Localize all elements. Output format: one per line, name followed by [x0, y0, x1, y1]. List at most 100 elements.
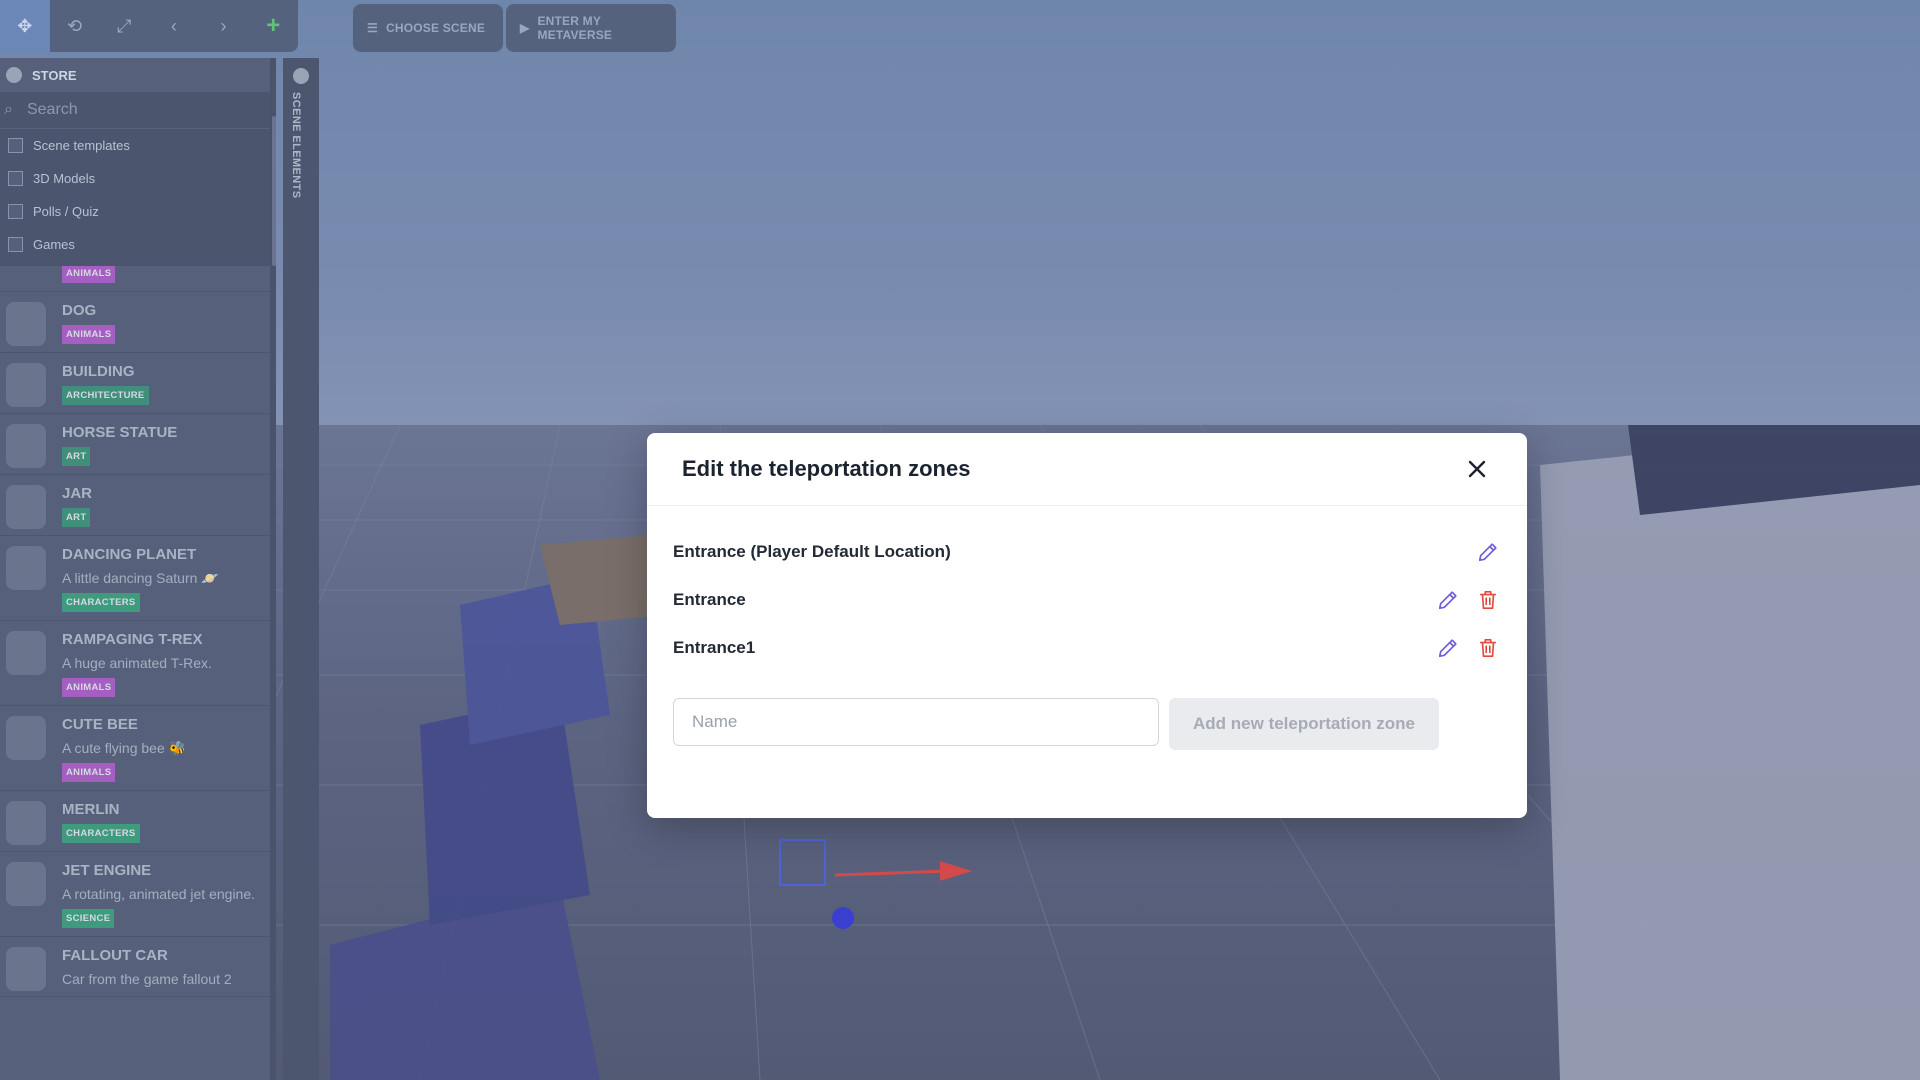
item-title: FALLOUT CAR — [62, 947, 168, 964]
item-thumbnail — [6, 363, 46, 407]
category-tag: ARCHITECTURE — [62, 386, 149, 405]
category-tag: SCIENCE — [62, 909, 115, 928]
filter-label: Games — [33, 237, 75, 252]
item-thumbnail — [6, 947, 46, 991]
edit-zone-button[interactable] — [1436, 636, 1460, 660]
add-icon[interactable]: + — [248, 0, 298, 52]
store-item[interactable]: FALLOUT CAR Car from the game fallout 2 — [0, 937, 276, 997]
choose-scene-label: CHOOSE SCENE — [385, 21, 486, 35]
pencil-icon[interactable] — [1437, 637, 1459, 659]
enter-metaverse-label: ENTER MY METAVERSE — [537, 14, 613, 42]
close-button[interactable] — [1462, 454, 1492, 484]
rotate-icon[interactable]: ⟲ — [50, 0, 100, 52]
zone-row: Entrance (Player Default Location) — [673, 528, 1500, 576]
close-icon[interactable] — [1468, 460, 1486, 478]
teleport-zones-dialog: Edit the teleportation zones Entrance (P… — [647, 433, 1527, 818]
item-title: DANCING PLANET — [62, 546, 197, 563]
choose-scene-button[interactable]: ☰ CHOOSE SCENE — [353, 4, 503, 52]
trash-icon[interactable] — [1478, 637, 1498, 659]
zone-list: Entrance (Player Default Location) Entra… — [647, 506, 1527, 672]
filter-3d-models[interactable]: 3D Models — [0, 162, 270, 195]
filter-label: Polls / Quiz — [33, 204, 99, 219]
store-item[interactable]: DOG ANIMALS — [0, 292, 276, 353]
item-title: BUILDING — [62, 363, 135, 380]
scale-icon[interactable]: ⤢ — [99, 0, 149, 52]
play-icon: ▶ — [520, 21, 530, 35]
item-thumbnail — [6, 716, 46, 760]
edit-zone-button[interactable] — [1436, 588, 1460, 612]
checkbox[interactable] — [8, 204, 23, 219]
checkbox[interactable] — [8, 237, 23, 252]
store-header[interactable]: STORE — [0, 58, 276, 92]
store-item[interactable]: JET ENGINE A rotating, animated jet engi… — [0, 852, 276, 937]
item-title: JAR — [62, 485, 93, 502]
item-thumbnail — [6, 801, 46, 845]
category-tag: CHARACTERS — [62, 824, 140, 843]
store-title: STORE — [32, 67, 77, 83]
category-tag: CHARACTERS — [62, 593, 140, 612]
item-thumbnail — [6, 862, 46, 906]
category-tag: ART — [62, 508, 91, 527]
undo-icon[interactable]: ‹ — [149, 0, 199, 52]
item-thumbnail — [6, 485, 46, 529]
dialog-title: Edit the teleportation zones — [682, 456, 971, 481]
item-description: Car from the game fallout 2 — [62, 971, 232, 987]
enter-metaverse-button[interactable]: ▶ ENTER MY METAVERSE — [506, 4, 676, 52]
store-filters: ⌕ Search Scene templates 3D Models Polls… — [0, 92, 270, 266]
scene-elements-toggle-icon[interactable] — [293, 68, 309, 84]
zone-name: Entrance1 — [673, 638, 756, 657]
store-item[interactable]: MERLIN CHARACTERS — [0, 791, 276, 852]
item-description: A huge animated T-Rex. — [62, 655, 212, 671]
store-item[interactable]: CUTE BEE A cute flying bee 🐝 ANIMALS — [0, 706, 276, 791]
zone-row: Entrance1 — [673, 624, 1500, 672]
store-item[interactable]: BUILDING ARCHITECTURE — [0, 353, 276, 414]
checkbox[interactable] — [8, 138, 23, 153]
pencil-icon[interactable] — [1477, 541, 1499, 563]
item-thumbnail — [6, 302, 46, 346]
add-zone-button[interactable]: Add new teleportation zone — [1169, 698, 1439, 750]
store-item[interactable]: JAR ART — [0, 475, 276, 536]
filter-polls-quiz[interactable]: Polls / Quiz — [0, 195, 270, 228]
store-search[interactable]: ⌕ Search — [0, 92, 270, 129]
zone-name: Entrance (Player Default Location) — [673, 542, 951, 561]
item-title: HORSE STATUE — [62, 424, 178, 441]
filter-label: 3D Models — [33, 171, 96, 186]
redo-icon[interactable]: › — [199, 0, 249, 52]
scene-elements-panel[interactable]: SCENE ELEMENTS — [283, 58, 319, 1080]
trash-icon[interactable] — [1478, 589, 1498, 611]
search-icon: ⌕ — [4, 101, 13, 118]
category-tag: ANIMALS — [62, 264, 116, 283]
item-title: DOG — [62, 302, 97, 319]
store-item[interactable]: DANCING PLANET A little dancing Saturn 🪐… — [0, 536, 276, 621]
zone-row: Entrance — [673, 576, 1500, 624]
move-icon[interactable]: ✥ — [0, 0, 50, 52]
category-tag: ANIMALS — [62, 763, 116, 782]
store-item[interactable]: RAMPAGING T-REX A huge animated T-Rex. A… — [0, 621, 276, 706]
item-title: JET ENGINE — [62, 862, 152, 879]
zone-name-input[interactable] — [673, 698, 1159, 746]
store-scrollbar-thumb[interactable] — [272, 116, 276, 266]
item-title: CUTE BEE — [62, 716, 138, 733]
store-toggle-icon[interactable] — [6, 67, 22, 83]
transform-toolbar: ✥ ⟲ ⤢ ‹ › + — [0, 0, 298, 52]
checkbox[interactable] — [8, 171, 23, 186]
delete-zone-button[interactable] — [1476, 588, 1500, 612]
store-panel: STORE ⌕ Search Scene templates 3D Models… — [0, 58, 276, 1080]
delete-zone-button[interactable] — [1476, 636, 1500, 660]
item-description: A little dancing Saturn 🪐 — [62, 570, 219, 586]
store-item[interactable]: HORSE STATUE ART — [0, 414, 276, 475]
item-thumbnail — [6, 631, 46, 675]
filter-label: Scene templates — [33, 138, 130, 153]
edit-zone-button[interactable] — [1476, 540, 1500, 564]
item-thumbnail — [6, 546, 46, 590]
list-icon: ☰ — [367, 21, 378, 35]
filter-games[interactable]: Games — [0, 228, 270, 261]
dialog-header: Edit the teleportation zones — [647, 433, 1527, 506]
filter-scene-templates[interactable]: Scene templates — [0, 129, 270, 162]
category-tag: ANIMALS — [62, 325, 116, 344]
search-placeholder[interactable]: Search — [27, 101, 78, 119]
item-description: A rotating, animated jet engine. — [62, 886, 256, 902]
pencil-icon[interactable] — [1437, 589, 1459, 611]
store-item-list: ANIMALS DOG ANIMALS BUILDING ARCHITECTUR… — [0, 264, 276, 997]
scene-elements-label: SCENE ELEMENTS — [290, 92, 302, 199]
